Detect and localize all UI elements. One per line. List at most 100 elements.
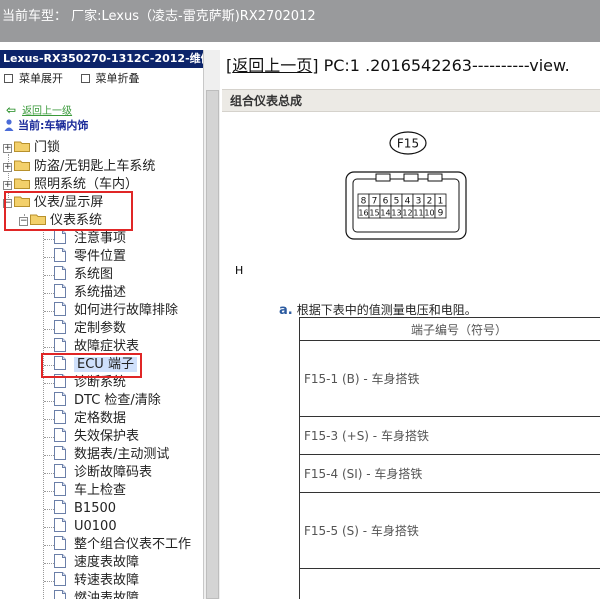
tree-doc-label: 失效保护表 — [74, 429, 140, 444]
tree-doc-label: 整个组合仪表不工作 — [74, 537, 192, 552]
table-cell: F15-5 (S) - 车身搭铁 — [299, 492, 600, 569]
tree-doc-label: 数据表/主动测试 — [74, 447, 170, 462]
sidebar-actions: 菜单展开 菜单折叠 — [0, 68, 203, 92]
back-up-level-link[interactable]: ⇦ 返回上一级 — [0, 102, 203, 118]
table-row — [299, 568, 600, 599]
expand-plus-icon[interactable]: + — [3, 163, 12, 172]
connector-diagram: F15 87654321 16 15 14 13 12 11 10 9 — [345, 131, 467, 240]
expand-plus-icon[interactable]: + — [3, 144, 12, 153]
connector-id-label: F15 — [397, 137, 419, 151]
tree-doc-item[interactable]: DTC 检查/清除 — [54, 392, 161, 410]
tree-item-door-lock[interactable]: + 门锁 — [3, 139, 60, 157]
scrollbar-thumb[interactable] — [206, 90, 219, 599]
connector-pin-label: 6 — [383, 197, 389, 207]
person-icon — [4, 119, 14, 131]
current-category-label: 当前:车辆内饰 — [18, 119, 89, 132]
page-code: PC:1 .2016542263----------view. — [323, 56, 570, 75]
connector-pin-label: 15 — [369, 209, 379, 218]
document-icon — [54, 518, 66, 532]
green-arrow-left-icon: ⇦ — [6, 103, 17, 117]
table-header-terminal: 端子编号（符号） — [299, 317, 600, 341]
tree-doc-label: 定格数据 — [74, 411, 127, 426]
folder-icon — [14, 160, 30, 171]
document-icon — [54, 446, 66, 460]
tree-doc-item[interactable]: 速度表故障 — [54, 554, 139, 572]
folder-icon — [14, 178, 30, 189]
document-icon — [54, 266, 66, 280]
tree-doc-item[interactable]: 零件位置 — [54, 248, 126, 266]
expand-all-button[interactable]: 菜单展开 — [4, 68, 63, 90]
expand-plus-icon[interactable]: + — [3, 181, 12, 190]
tree-doc-item[interactable]: 数据表/主动测试 — [54, 446, 169, 464]
measurement-table: 端子编号（符号） F15-1 (B) - 车身搭铁 F15-3 (+S) - 车… — [299, 317, 600, 599]
window-title: 当前车型： 厂家:Lexus（凌志-雷克萨斯)RX2702012 — [2, 9, 316, 24]
document-icon — [54, 536, 66, 550]
sidebar-scrollbar[interactable] — [203, 50, 220, 599]
tree-doc-label: 零件位置 — [74, 249, 127, 264]
table-cell: F15-3 (+S) - 车身搭铁 — [299, 416, 600, 455]
tree-doc-item[interactable]: 转速表故障 — [54, 572, 139, 590]
sidebar-header: Lexus-RX350270-1312C-2012-维修 — [0, 50, 203, 68]
tree-doc-label: 系统图 — [74, 267, 114, 282]
tree-doc-label: 系统描述 — [74, 285, 127, 300]
tree-doc-item[interactable]: 车上检查 — [54, 482, 126, 500]
tree-item-anti-theft[interactable]: + 防盗/无钥匙上车系统 — [3, 158, 155, 176]
document-icon — [54, 248, 66, 262]
tree-doc-item[interactable]: 定格数据 — [54, 410, 126, 428]
tree-doc-label: DTC 检查/清除 — [74, 393, 161, 408]
back-up-level-label: 返回上一级 — [22, 106, 73, 117]
tree-doc-item[interactable]: 系统图 — [54, 266, 113, 284]
document-icon — [54, 410, 66, 424]
tree-doc-item[interactable]: U0100 — [54, 518, 117, 536]
connector-pin-label: 2 — [427, 197, 433, 207]
tree-doc-item[interactable]: 系统描述 — [54, 284, 126, 302]
step-text: 根据下表中的值测量电压和电阻。 — [296, 303, 477, 317]
document-icon — [54, 500, 66, 514]
tree-doc-label: 车上检查 — [74, 483, 127, 498]
tree-item-label: 照明系统（车内） — [34, 177, 139, 192]
tree-item-label: 门锁 — [34, 140, 61, 155]
highlight-box-ecu — [41, 353, 142, 378]
tree-doc-item[interactable]: 定制参数 — [54, 320, 126, 338]
table-row: F15-3 (+S) - 车身搭铁 — [299, 416, 600, 455]
collapse-all-label: 菜单折叠 — [95, 72, 140, 85]
main-content: [返回上一页] PC:1 .2016542263----------view. … — [222, 50, 600, 599]
window-title-bar: 当前车型： 厂家:Lexus（凌志-雷克萨斯)RX2702012 — [0, 0, 600, 42]
connector-pin-label: 12 — [402, 209, 412, 218]
section-title: 组合仪表总成 — [222, 89, 600, 112]
document-icon — [54, 572, 66, 586]
collapse-all-button[interactable]: 菜单折叠 — [80, 68, 140, 90]
current-category: 当前:车辆内饰 — [0, 118, 203, 134]
table-cell — [299, 568, 600, 599]
tree-doc-label: 燃油表故障 — [74, 591, 140, 599]
connector-pin-label: 8 — [361, 197, 367, 207]
document-icon — [54, 302, 66, 316]
document-icon — [54, 464, 66, 478]
tree-doc-item[interactable]: B1500 — [54, 500, 116, 518]
document-icon — [54, 230, 66, 244]
tree-doc-label: B1500 — [74, 501, 117, 516]
collapse-icon — [80, 74, 90, 83]
highlight-box-meter — [4, 191, 133, 231]
connector-pin-label: 10 — [424, 209, 434, 218]
tree-doc-label: 诊断故障码表 — [74, 465, 153, 480]
tree-doc-item[interactable]: 注意事项 — [54, 230, 126, 248]
document-icon — [54, 320, 66, 334]
connector-pin-label: 9 — [438, 209, 444, 219]
tree-doc-label: 注意事项 — [74, 231, 127, 246]
step-letter: a. — [279, 303, 293, 318]
tree-doc-item[interactable]: 燃油表故障 — [54, 590, 139, 599]
tree-doc-label: 故障症状表 — [74, 339, 140, 354]
tree-doc-label: 转速表故障 — [74, 573, 140, 588]
back-page-link[interactable]: 返回上一页 — [232, 56, 312, 75]
tree-doc-item[interactable]: 诊断故障码表 — [54, 464, 152, 482]
tree-doc-item[interactable]: 失效保护表 — [54, 428, 139, 446]
tree-doc-item[interactable]: 如何进行故障排除 — [54, 302, 178, 320]
connector-pin-label: 7 — [372, 197, 378, 207]
connector-pin-label: 11 — [413, 209, 423, 218]
tree-doc-item[interactable]: 整个组合仪表不工作 — [54, 536, 191, 554]
document-icon — [54, 554, 66, 568]
document-icon — [54, 338, 66, 352]
tree-doc-label: U0100 — [74, 519, 117, 534]
table-cell: F15-4 (SI) - 车身搭铁 — [299, 454, 600, 493]
